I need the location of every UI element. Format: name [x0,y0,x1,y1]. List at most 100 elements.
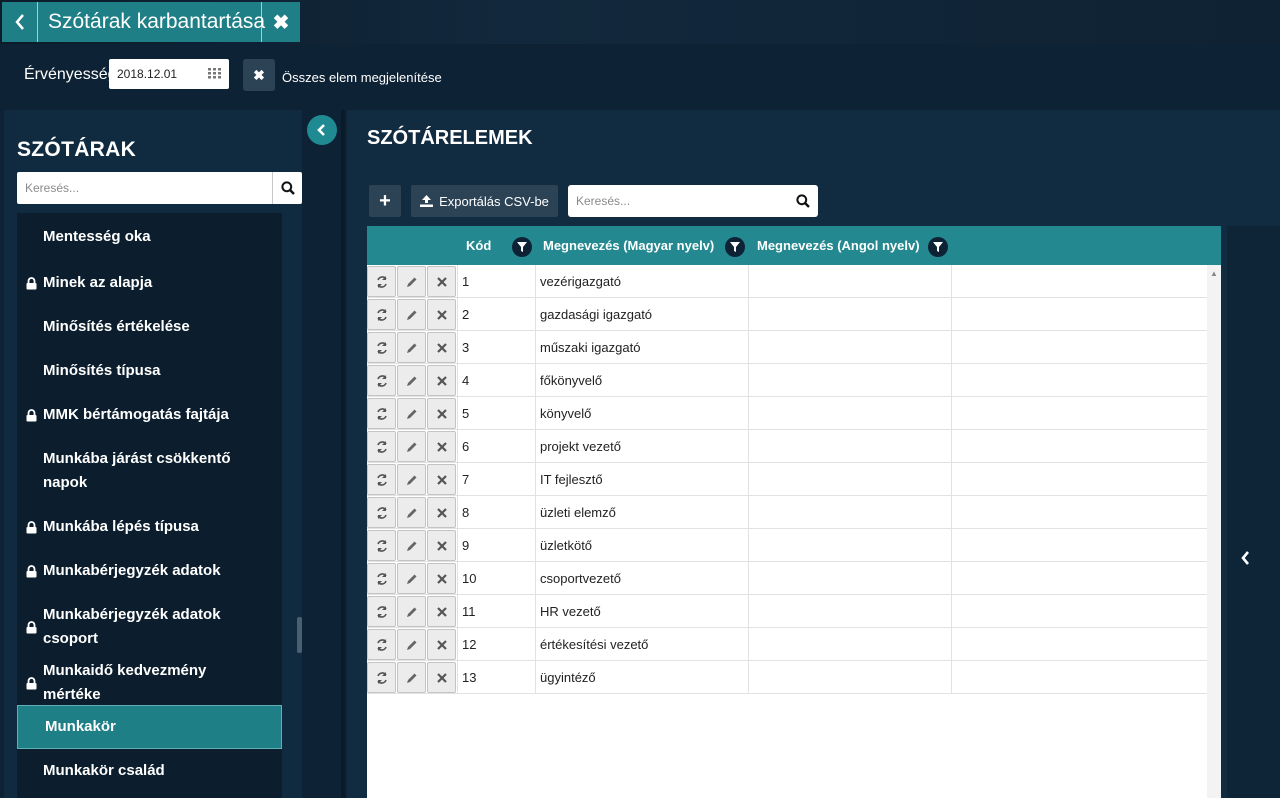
scroll-up-icon[interactable]: ▲ [1210,269,1218,278]
dictionary-item[interactable]: Munkába járást csökkentő napok [17,437,282,505]
edit-button[interactable] [397,332,426,363]
table-row[interactable]: 3 műszaki igazgató [367,331,1207,364]
delete-button[interactable] [427,266,456,297]
delete-button[interactable] [427,431,456,462]
table-row[interactable]: 11 HR vezető [367,595,1207,628]
dictionary-item[interactable]: Minősítés értékelése [17,305,282,349]
delete-button[interactable] [427,563,456,594]
history-button[interactable] [367,266,396,297]
search-icon [796,194,810,208]
delete-button[interactable] [427,464,456,495]
delete-button[interactable] [427,299,456,330]
history-button[interactable] [367,530,396,561]
cell-empty [951,463,1207,496]
delete-button[interactable] [427,629,456,660]
dictionary-search-input[interactable] [17,172,257,204]
close-tab-button[interactable]: ✖ [262,2,300,42]
edit-button[interactable] [397,497,426,528]
table-row[interactable]: 12 értékesítési vezető [367,628,1207,661]
element-search-input[interactable] [568,185,808,217]
history-button[interactable] [367,431,396,462]
expand-panel-button[interactable] [1241,551,1251,570]
dictionary-item[interactable]: Munkába lépés típusa [17,505,282,549]
dictionary-item[interactable]: Munkakör család [17,749,282,793]
table-row[interactable]: 7 IT fejlesztő [367,463,1207,496]
delete-button[interactable] [427,662,456,693]
edit-button[interactable] [397,299,426,330]
history-button[interactable] [367,563,396,594]
edit-button[interactable] [397,431,426,462]
collapse-panel-button[interactable] [307,115,337,145]
history-button[interactable] [367,365,396,396]
table-row[interactable]: 8 üzleti elemző [367,496,1207,529]
back-button[interactable] [2,2,38,42]
table-row[interactable]: 6 projekt vezető [367,430,1207,463]
table-row[interactable]: 10 csoportvezető [367,562,1207,595]
history-button[interactable] [367,299,396,330]
cell-code: 2 [457,298,535,331]
panel-divider[interactable] [341,110,345,798]
filter-icon[interactable] [928,237,948,257]
dictionary-item[interactable]: Munkabérjegyzék adatok csoport [17,593,282,661]
delete-icon [436,573,447,584]
column-header-name-en[interactable]: Megnevezés (Angol nyelv) [757,238,920,253]
edit-button[interactable] [397,365,426,396]
dictionary-item[interactable]: Munkaidő kedvezmény mértéke [17,661,282,705]
edit-button[interactable] [397,596,426,627]
history-button[interactable] [367,398,396,429]
cell-code: 9 [457,529,535,562]
validity-date-input[interactable]: 2018.12.01 [109,59,229,89]
dictionary-item[interactable]: Munkabérjegyzék adatok [17,549,282,593]
delete-button[interactable] [427,332,456,363]
dictionary-item[interactable]: Minősítés típusa [17,349,282,393]
history-button[interactable] [367,332,396,363]
table-row[interactable]: 2 gazdasági igazgató [367,298,1207,331]
edit-button[interactable] [397,530,426,561]
edit-button[interactable] [397,464,426,495]
column-header-code[interactable]: Kód [466,238,491,253]
edit-button[interactable] [397,266,426,297]
delete-button[interactable] [427,596,456,627]
history-button[interactable] [367,497,396,528]
filter-icon[interactable] [725,237,745,257]
cell-name-en [748,628,951,661]
add-element-button[interactable]: + [369,185,401,217]
delete-button[interactable] [427,530,456,561]
grid-scrollbar[interactable]: ▲ [1207,265,1221,798]
table-row[interactable]: 1 vezérigazgató [367,265,1207,298]
edit-button[interactable] [397,662,426,693]
calendar-icon[interactable] [208,68,222,79]
dictionary-item[interactable]: Munkakör [17,705,282,749]
elements-panel: SZÓTÁRELEMEK + Exportálás CSV-be Kód Meg… [347,110,1280,798]
dictionary-item[interactable]: Minek az alapja [17,261,282,305]
cell-name-en [748,331,951,364]
filter-icon[interactable] [512,237,532,257]
delete-icon [436,474,447,485]
history-button[interactable] [367,629,396,660]
edit-button[interactable] [397,398,426,429]
search-icon [280,181,295,195]
table-row[interactable]: 5 könyvelő [367,397,1207,430]
history-button[interactable] [367,464,396,495]
table-row[interactable]: 4 főkönyvelő [367,364,1207,397]
dictionary-item[interactable]: MMK bértámogatás fajtája [17,393,282,437]
show-all-toggle[interactable]: ✖ [243,59,275,91]
delete-button[interactable] [427,398,456,429]
table-row[interactable]: 9 üzletkötő [367,529,1207,562]
cell-empty [951,397,1207,430]
dictionary-search-button[interactable] [272,172,302,204]
export-csv-button[interactable]: Exportálás CSV-be [411,185,558,217]
cell-empty [951,529,1207,562]
delete-button[interactable] [427,365,456,396]
history-button[interactable] [367,596,396,627]
chevron-left-icon [317,124,325,136]
edit-button[interactable] [397,629,426,660]
dictionary-item[interactable]: Mentesség oka [17,213,282,261]
edit-button[interactable] [397,563,426,594]
table-row[interactable]: 13 ügyintéző [367,661,1207,694]
history-button[interactable] [367,662,396,693]
delete-button[interactable] [427,497,456,528]
column-header-name-hu[interactable]: Megnevezés (Magyar nyelv) [543,238,714,253]
dictionary-list-scrollbar[interactable] [297,617,302,653]
element-search-button[interactable] [796,194,810,213]
